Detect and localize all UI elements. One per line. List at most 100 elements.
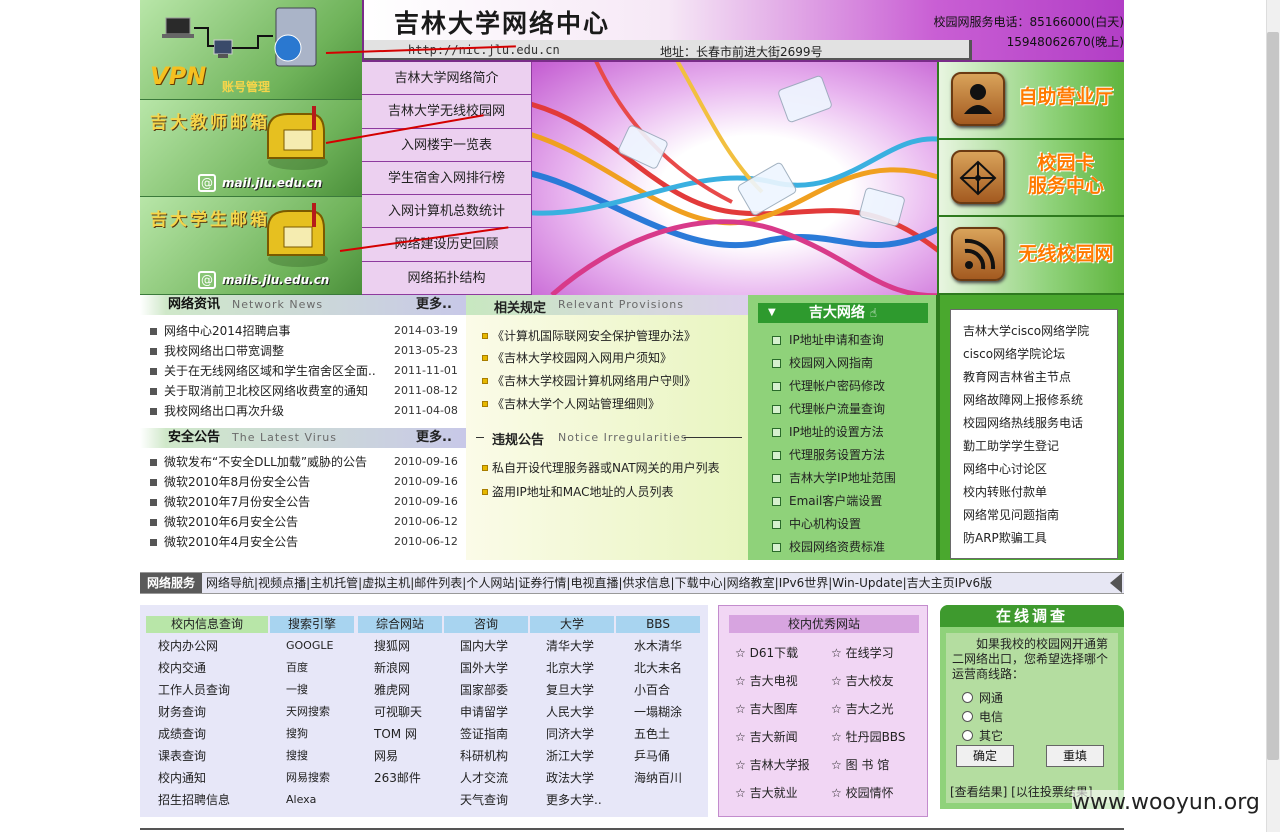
directory-link[interactable]: 搜搜 (286, 745, 308, 767)
directory-link[interactable]: 新浪网 (374, 657, 410, 679)
jlu-link[interactable]: 代理帐户密码修改 (772, 375, 885, 397)
directory-link[interactable]: 同济大学 (546, 723, 594, 745)
good-site-link[interactable]: ☆ 牡丹园BBS (831, 726, 905, 748)
directory-link[interactable]: 人民大学 (546, 701, 594, 723)
provision-item[interactable]: 《吉林大学校园计算机网络用户守则》 (482, 370, 696, 392)
security-item[interactable]: 微软2010年4月安全公告 2010-06-12 (148, 532, 458, 552)
directory-link[interactable]: 网易搜索 (286, 767, 330, 789)
survey-option-telecom[interactable]: 电信 (962, 708, 1003, 725)
survey-reset-button[interactable]: 重填 (1046, 745, 1104, 767)
nav-item[interactable]: IPv6世界 (779, 576, 829, 590)
survey-option-other[interactable]: 其它 (962, 727, 1003, 744)
directory-link[interactable]: 国外大学 (460, 657, 508, 679)
jlu-link[interactable]: 代理服务设置方法 (772, 444, 885, 466)
jlu-link[interactable]: 中心机构设置 (772, 513, 861, 535)
provision-item[interactable]: 《吉林大学校园网入网用户须知》 (482, 347, 672, 369)
provision-item[interactable]: 《计算机国际联网安全保护管理办法》 (482, 325, 696, 347)
directory-link[interactable]: 搜狗 (286, 723, 308, 745)
menu-item[interactable]: 入网计算机总数统计 (362, 195, 532, 229)
good-site-link[interactable]: ☆ 在线学习 (831, 642, 894, 664)
menu-item[interactable]: 入网楼宇一览表 (362, 128, 532, 162)
directory-link[interactable]: 工作人员查询 (158, 679, 230, 701)
nav-item[interactable]: 供求信息 (623, 576, 671, 590)
news-item[interactable]: 我校网络出口带宽调整 2013-05-23 (148, 341, 458, 361)
campus-card-button[interactable]: 校园卡 服务中心 (937, 140, 1124, 217)
wireless-campus-button[interactable]: 无线校园网 (937, 217, 1124, 295)
menu-item[interactable]: 学生宿舍入网排行榜 (362, 161, 532, 196)
directory-link[interactable]: GOOGLE (286, 635, 333, 657)
directory-link[interactable]: 浙江大学 (546, 745, 594, 767)
directory-link[interactable]: 校内交通 (158, 657, 206, 679)
directory-link[interactable]: 政法大学 (546, 767, 594, 789)
directory-link[interactable]: 国家部委 (460, 679, 508, 701)
scrollbar-thumb[interactable] (1267, 32, 1279, 760)
security-item[interactable]: 微软发布“不安全DLL加载”威胁的公告 2010-09-16 (148, 452, 458, 472)
directory-link[interactable]: 网易 (374, 745, 398, 767)
security-more-link[interactable]: 更多.. (416, 428, 452, 448)
directory-link[interactable]: 五色土 (634, 723, 670, 745)
quick-link[interactable]: cisco网络学院论坛 (963, 343, 1065, 365)
directory-link[interactable]: 复旦大学 (546, 679, 594, 701)
radio-button[interactable] (962, 692, 973, 703)
directory-link[interactable]: 校内办公网 (158, 635, 218, 657)
news-item[interactable]: 关于在无线网络区域和学生宿舍区全面.. 2011-11-01 (148, 361, 458, 381)
nav-item[interactable]: Win-Update (832, 576, 902, 590)
directory-link[interactable]: 天网搜索 (286, 701, 330, 723)
directory-link[interactable]: 申请留学 (460, 701, 508, 723)
directory-link[interactable]: 更多大学.. (546, 789, 602, 811)
directory-link[interactable]: 招生招聘信息 (158, 789, 230, 811)
jlu-link[interactable]: Email客户端设置 (772, 490, 882, 512)
jlu-link[interactable]: 吉林大学IP地址范围 (772, 467, 896, 489)
directory-link[interactable]: 水木清华 (634, 635, 682, 657)
jlu-link[interactable]: 校园网络资费标准 (772, 536, 885, 558)
survey-submit-button[interactable]: 确定 (956, 745, 1014, 767)
nav-item[interactable]: 主机托管 (310, 576, 358, 590)
directory-link[interactable]: 签证指南 (460, 723, 508, 745)
good-site-link[interactable]: ☆ 校园情怀 (831, 782, 894, 804)
quick-link[interactable]: 网络常见问题指南 (963, 504, 1059, 526)
menu-item[interactable]: 吉林大学网络简介 (362, 62, 532, 96)
menu-item[interactable]: 吉林大学无线校园网 (362, 95, 532, 129)
menu-item[interactable]: 网络拓扑结构 (362, 261, 532, 296)
quick-link[interactable]: 网络中心讨论区 (963, 458, 1047, 480)
directory-link[interactable]: 人才交流 (460, 767, 508, 789)
quick-link[interactable]: 网络故障网上报修系统 (963, 389, 1083, 411)
good-site-link[interactable]: ☆ 吉大电视 (735, 670, 798, 692)
good-site-link[interactable]: ☆ 吉大之光 (831, 698, 894, 720)
directory-link[interactable]: 小百合 (634, 679, 670, 701)
provision-item[interactable]: 《吉林大学个人网站管理细则》 (482, 393, 660, 415)
quick-link[interactable]: 校内转账付款单 (963, 481, 1047, 503)
good-site-link[interactable]: ☆ 吉大新闻 (735, 726, 798, 748)
security-item[interactable]: 微软2010年6月安全公告 2010-06-12 (148, 512, 458, 532)
directory-link[interactable]: Alexa (286, 789, 316, 811)
nav-item[interactable]: 个人网站 (466, 576, 514, 590)
good-site-link[interactable]: ☆ 图 书 馆 (831, 754, 889, 776)
directory-link[interactable]: 百度 (286, 657, 308, 679)
directory-link[interactable]: 搜狐网 (374, 635, 410, 657)
directory-link[interactable]: 北京大学 (546, 657, 594, 679)
nav-item[interactable]: 电视直播 (570, 576, 618, 590)
directory-link[interactable]: 科研机构 (460, 745, 508, 767)
nav-item[interactable]: 吉大主页IPv6版 (907, 576, 993, 590)
quick-link[interactable]: 勤工助学学生登记 (963, 435, 1059, 457)
quick-link[interactable]: 教育网吉林省主节点 (963, 366, 1071, 388)
directory-link[interactable]: 乒马俑 (634, 745, 670, 767)
irregular-item[interactable]: 盗用IP地址和MAC地址的人员列表 (482, 481, 674, 503)
directory-link[interactable]: 天气查询 (460, 789, 508, 811)
directory-link[interactable]: 一塌糊涂 (634, 701, 682, 723)
news-item[interactable]: 网络中心2014招聘启事 2014-03-19 (148, 321, 458, 341)
quick-link[interactable]: 校园网络热线服务电话 (963, 412, 1083, 434)
vpn-logo-block[interactable]: VPN 账号管理 (140, 0, 362, 100)
directory-link[interactable]: 清华大学 (546, 635, 594, 657)
news-more-link[interactable]: 更多.. (416, 295, 452, 315)
directory-link[interactable]: 课表查询 (158, 745, 206, 767)
nav-item[interactable]: 视频点播 (258, 576, 306, 590)
jlu-link[interactable]: 校园网入网指南 (772, 352, 873, 374)
directory-link[interactable]: 海纳百川 (634, 767, 682, 789)
directory-link[interactable]: 财务查询 (158, 701, 206, 723)
jlu-link[interactable]: IP地址申请和查询 (772, 329, 884, 351)
nav-item[interactable]: 网络导航 (206, 576, 254, 590)
self-service-hall-button[interactable]: 自助营业厅 (937, 62, 1124, 140)
irregular-item[interactable]: 私自开设代理服务器或NAT网关的用户列表 (482, 457, 720, 479)
good-site-link[interactable]: ☆ 吉大就业 (735, 782, 798, 804)
